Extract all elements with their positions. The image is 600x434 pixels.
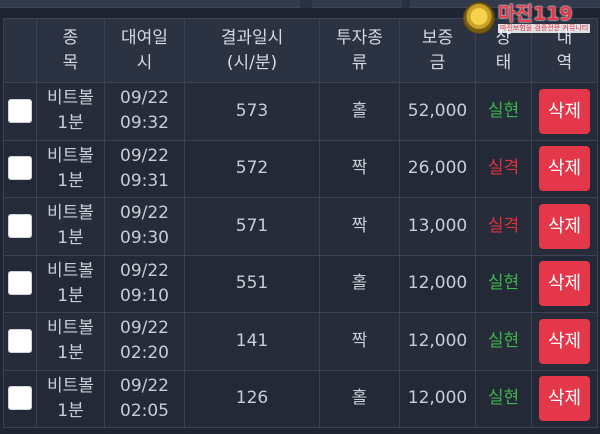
row-time: 09/22 09:10 [104,254,185,313]
row-select-cell [3,139,37,198]
top-tab-bar [0,0,600,8]
row-time: 09/22 09:32 [104,82,185,141]
row-amount: 12,000 [399,369,476,428]
table-row: 비트볼 1분 09/22 09:31 572 짝 26,000 실격 삭제 [3,139,598,198]
row-game: 비트볼 1분 [36,139,105,198]
row-delete-cell: 삭제 [531,369,598,428]
row-select-cell [3,82,37,141]
header-status: 상태 [475,18,532,83]
header-history: 내역 [531,18,598,83]
row-amount: 26,000 [399,139,476,198]
row-pick: 짝 [319,139,400,198]
row-delete-cell: 삭제 [531,139,598,198]
row-game: 비트볼 1분 [36,312,105,371]
table-row: 비트볼 1분 09/22 09:32 573 홀 52,000 실현 삭제 [3,82,598,141]
table-row: 비트볼 1분 09/22 02:20 141 짝 12,000 실현 삭제 [3,312,598,371]
row-round: 572 [184,139,320,198]
header-amount: 보증 금 [399,18,476,83]
row-round: 571 [184,197,320,256]
row-delete-cell: 삭제 [531,82,598,141]
row-status: 실격 [475,197,532,256]
row-status: 실현 [475,369,532,428]
row-round: 551 [184,254,320,313]
row-pick: 홀 [319,82,400,141]
row-status: 실현 [475,82,532,141]
row-select-cell [3,254,37,313]
row-round: 141 [184,312,320,371]
row-checkbox[interactable] [8,386,32,411]
row-checkbox[interactable] [8,271,32,296]
row-checkbox[interactable] [8,213,32,238]
row-round: 126 [184,369,320,428]
row-amount: 12,000 [399,312,476,371]
delete-button[interactable]: 삭제 [539,146,590,192]
delete-button[interactable]: 삭제 [539,318,590,364]
table-header-row: 종목 대여일 시 결과일시 (시/분) 투자종 류 보증 금 상태 내역 [3,18,598,83]
row-game: 비트볼 1분 [36,254,105,313]
header-bet-time: 대여일 시 [104,18,185,83]
row-game: 비트볼 1분 [36,197,105,256]
header-bet-type: 투자종 류 [319,18,400,83]
row-status: 실현 [475,254,532,313]
delete-button[interactable]: 삭제 [539,376,590,422]
row-amount: 12,000 [399,254,476,313]
row-checkbox[interactable] [8,156,32,181]
table-row: 비트볼 1분 09/22 09:30 571 짝 13,000 실격 삭제 [3,197,598,256]
row-status: 실격 [475,139,532,198]
row-pick: 짝 [319,312,400,371]
row-status: 실현 [475,312,532,371]
row-pick: 짝 [319,197,400,256]
delete-button[interactable]: 삭제 [539,88,590,134]
row-checkbox[interactable] [8,98,32,123]
row-select-cell [3,369,37,428]
row-game: 비트볼 1분 [36,369,105,428]
header-select [3,18,37,83]
header-game: 종목 [36,18,105,83]
row-select-cell [3,312,37,371]
row-round: 573 [184,82,320,141]
top-tab-middle[interactable] [312,0,402,8]
row-time: 09/22 09:30 [104,197,185,256]
bet-history-table: 종목 대여일 시 결과일시 (시/분) 투자종 류 보증 금 상태 내역 비트볼 1분 09… [3,18,598,428]
row-select-cell [3,197,37,256]
row-delete-cell: 삭제 [531,312,598,371]
row-time: 09/22 02:05 [104,369,185,428]
row-delete-cell: 삭제 [531,254,598,313]
table-row: 비트볼 1분 09/22 09:10 551 홀 12,000 실현 삭제 [3,254,598,313]
table-row: 비트볼 1분 09/22 02:05 126 홀 12,000 실현 삭제 [3,369,598,428]
row-pick: 홀 [319,254,400,313]
delete-button[interactable]: 삭제 [539,203,590,249]
top-tab-right[interactable] [410,0,600,8]
delete-button[interactable]: 삭제 [539,261,590,307]
top-tab-left[interactable] [0,0,300,8]
row-pick: 홀 [319,369,400,428]
row-checkbox[interactable] [8,328,32,353]
row-time: 09/22 09:31 [104,139,185,198]
row-amount: 13,000 [399,197,476,256]
row-amount: 52,000 [399,82,476,141]
row-time: 09/22 02:20 [104,312,185,371]
row-game: 비트볼 1분 [36,82,105,141]
row-delete-cell: 삭제 [531,197,598,256]
header-result-time: 결과일시 (시/분) [184,18,320,83]
